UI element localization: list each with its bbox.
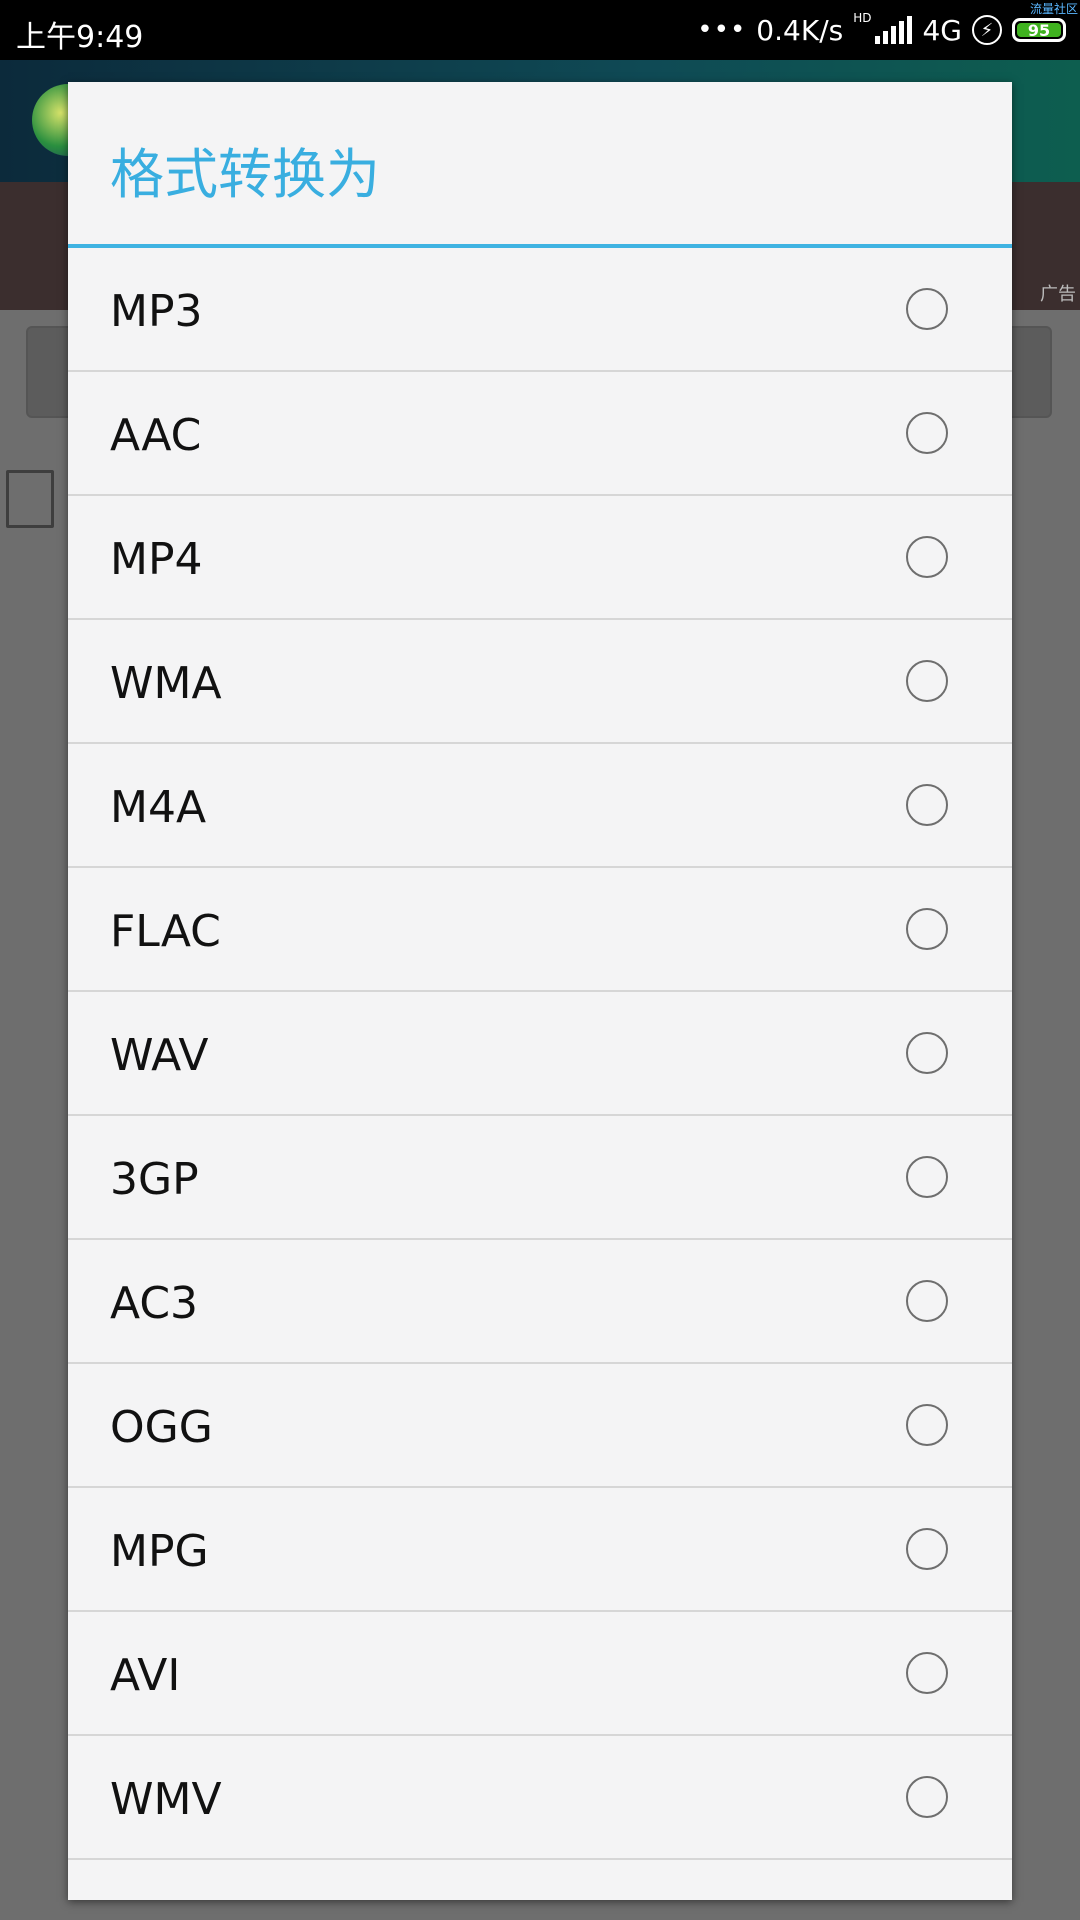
format-option[interactable]: WAV [68,992,1012,1116]
radio-button[interactable] [906,1776,948,1818]
radio-button[interactable] [906,1280,948,1322]
format-option[interactable]: M4A [68,744,1012,868]
format-option[interactable]: MPG [68,1488,1012,1612]
status-icons: ••• 0.4K/s HD 4G ⚡ 95 [697,10,1066,50]
format-option[interactable]: MP3 [68,248,1012,372]
charging-icon: ⚡ [972,15,1002,45]
format-option-label: OGG [110,1402,213,1453]
format-option-label: AVI [110,1650,181,1701]
radio-button[interactable] [906,908,948,950]
format-option[interactable]: 3GP [68,1116,1012,1240]
battery-icon: 95 [1012,18,1066,42]
format-option-label: WAV [110,1030,209,1081]
network-type: 4G [922,13,962,47]
format-option[interactable]: WMV [68,1736,1012,1860]
radio-button[interactable] [906,536,948,578]
dialog-title-bar: 格式转换为 [68,82,1012,248]
status-time: 上午9:49 [16,20,144,55]
radio-button[interactable] [906,1156,948,1198]
format-option-label: WMA [110,658,222,709]
dialog-title: 格式转换为 [110,143,380,206]
radio-button[interactable] [906,784,948,826]
format-option[interactable]: AAC [68,372,1012,496]
radio-button[interactable] [906,288,948,330]
format-option-label: WMV [110,1774,222,1825]
network-speed: 0.4K/s [756,13,844,47]
format-option[interactable]: AC3 [68,1240,1012,1364]
radio-button[interactable] [906,1652,948,1694]
radio-button[interactable] [906,1528,948,1570]
radio-button[interactable] [906,412,948,454]
format-option[interactable]: AVI [68,1612,1012,1736]
radio-button[interactable] [906,1404,948,1446]
format-option-label: MP3 [110,286,203,337]
format-option[interactable]: WMA [68,620,1012,744]
corner-label: 流量社区 [1029,2,1078,16]
format-option-label: 3GP [110,1154,199,1205]
format-option-label: FLAC [110,906,221,957]
radio-button[interactable] [906,660,948,702]
ad-label: 广告 [1040,284,1076,305]
status-bar: 上午9:49 ••• 0.4K/s HD 4G ⚡ 95 流量社区 [0,0,1080,60]
format-option-label: MP4 [110,534,203,585]
format-option[interactable]: MP4 [68,496,1012,620]
radio-button[interactable] [906,1032,948,1074]
format-option-label: MPG [110,1526,209,1577]
format-option[interactable]: FLAC [68,868,1012,992]
hd-label: HD [853,11,872,25]
format-option-label: M4A [110,782,207,833]
format-convert-dialog: 格式转换为 MP3 AAC MP4 WMA M4A FLAC WAV 3GP A… [68,82,1012,1900]
format-option-label: AAC [110,410,202,461]
more-notifications-icon: ••• [697,15,747,45]
file-icon [6,470,54,528]
format-option-list: MP3 AAC MP4 WMA M4A FLAC WAV 3GP AC3 OGG… [68,248,1012,1860]
format-option-label: AC3 [110,1278,199,1329]
signal-icon [875,16,913,44]
battery-level: 95 [1017,21,1061,40]
format-option[interactable]: OGG [68,1364,1012,1488]
